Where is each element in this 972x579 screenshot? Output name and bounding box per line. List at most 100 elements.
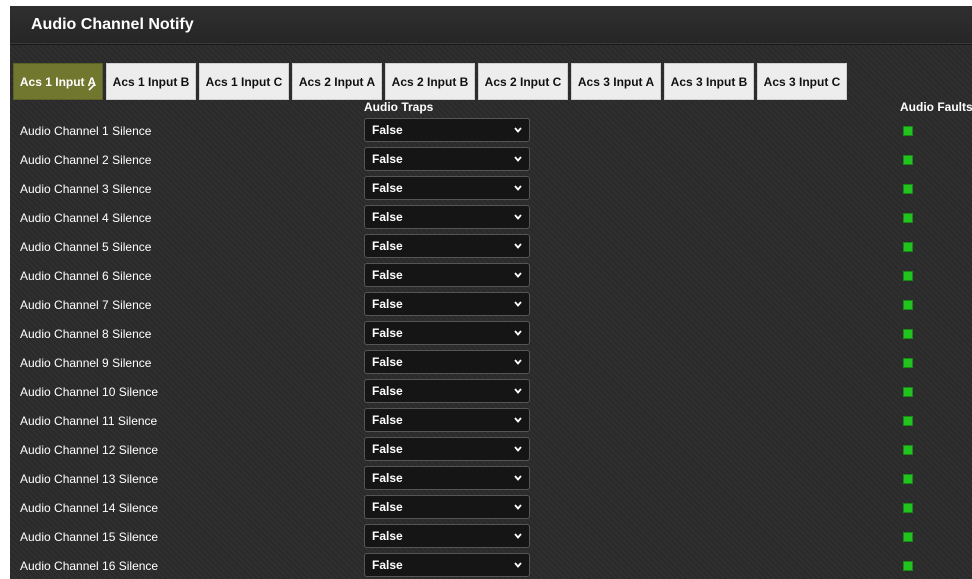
chevron-down-icon [514,504,522,510]
tab-acs-3-input-c[interactable]: Acs 3 Input C [757,63,847,100]
audio-fault-indicator [903,416,913,426]
select-value: False [372,471,403,485]
table-row: Audio Channel 16 Silence False [10,551,972,579]
audio-fault-indicator [903,213,913,223]
tab-acs-3-input-b[interactable]: Acs 3 Input B [664,63,754,100]
channel-rows: Audio Channel 1 Silence False Audio Channe… [10,116,972,579]
select-value: False [372,500,403,514]
channel-label: Audio Channel 13 Silence [20,472,159,486]
chevron-down-icon [514,127,522,133]
channel-label: Audio Channel 11 Silence [20,414,158,428]
audio-fault-indicator [903,387,913,397]
select-value: False [372,355,403,369]
channel-label: Audio Channel 3 Silence [20,182,152,196]
tab-acs-2-input-c[interactable]: Acs 2 Input C [478,63,568,100]
audio-trap-select[interactable]: False [364,350,530,374]
channel-label: Audio Channel 5 Silence [20,240,152,254]
audio-fault-indicator [903,561,913,571]
audio-trap-select[interactable]: False [364,292,530,316]
table-row: Audio Channel 8 Silence False [10,319,972,348]
audio-trap-select[interactable]: False [364,205,530,229]
select-value: False [372,181,403,195]
chevron-down-icon [514,243,522,249]
audio-trap-select[interactable]: False [364,524,530,548]
audio-trap-select[interactable]: False [364,176,530,200]
tab-label: Acs 3 Input B [670,74,748,89]
tab-acs-2-input-a[interactable]: Acs 2 Input A [292,63,382,100]
audio-fault-indicator [903,445,913,455]
chevron-down-icon [514,185,522,191]
tab-label: Acs 1 Input A [19,74,97,89]
chevron-down-icon [514,301,522,307]
select-value: False [372,558,403,572]
audio-trap-select[interactable]: False [364,118,530,142]
channel-label: Audio Channel 15 Silence [20,530,159,544]
table-row: Audio Channel 14 Silence False [10,493,972,522]
title-bar: Audio Channel Notify [10,6,972,45]
chevron-down-icon [514,214,522,220]
audio-fault-indicator [903,300,913,310]
audio-fault-indicator [903,242,913,252]
select-value: False [372,268,403,282]
select-value: False [372,384,403,398]
channel-label: Audio Channel 7 Silence [20,298,152,312]
audio-trap-select[interactable]: False [364,553,530,577]
channel-label: Audio Channel 2 Silence [20,153,152,167]
tab-acs-1-input-c[interactable]: Acs 1 Input C [199,63,289,100]
table-row: Audio Channel 2 Silence False [10,145,972,174]
page-title: Audio Channel Notify [31,16,194,33]
audio-fault-indicator [903,329,913,339]
chevron-down-icon [514,562,522,568]
table-row: Audio Channel 4 Silence False [10,203,972,232]
select-value: False [372,413,403,427]
chevron-down-icon [514,330,522,336]
select-value: False [372,123,403,137]
select-value: False [372,529,403,543]
channel-label: Audio Channel 14 Silence [20,501,159,515]
table-row: Audio Channel 13 Silence False [10,464,972,493]
audio-trap-select[interactable]: False [364,495,530,519]
table-row: Audio Channel 12 Silence False [10,435,972,464]
channel-label: Audio Channel 9 Silence [20,356,152,370]
table-row: Audio Channel 5 Silence False [10,232,972,261]
audio-fault-indicator [903,474,913,484]
select-value: False [372,152,403,166]
channel-label: Audio Channel 6 Silence [20,269,152,283]
table-row: Audio Channel 11 Silence False [10,406,972,435]
audio-trap-select[interactable]: False [364,321,530,345]
chevron-down-icon [514,388,522,394]
audio-fault-indicator [903,126,913,136]
tab-acs-2-input-b[interactable]: Acs 2 Input B [385,63,475,100]
audio-trap-select[interactable]: False [364,408,530,432]
audio-channel-notify-panel: Audio Channel Notify Acs 1 Input A Acs 1… [10,6,972,579]
audio-faults-header: Audio Faults [900,100,972,114]
tab-label: Acs 3 Input C [763,74,841,89]
input-tabs: Acs 1 Input A Acs 1 Input B Acs 1 Input … [13,63,972,100]
channel-label: Audio Channel 1 Silence [20,124,152,138]
audio-trap-select[interactable]: False [364,263,530,287]
select-value: False [372,326,403,340]
tab-label: Acs 3 Input A [577,74,655,89]
select-value: False [372,210,403,224]
select-value: False [372,297,403,311]
channel-label: Audio Channel 4 Silence [20,211,152,225]
table-row: Audio Channel 10 Silence False [10,377,972,406]
audio-trap-select[interactable]: False [364,466,530,490]
tab-label: Acs 2 Input A [298,74,376,89]
tab-label: Acs 2 Input B [391,74,469,89]
tab-acs-1-input-a[interactable]: Acs 1 Input A [13,63,103,100]
audio-trap-select[interactable]: False [364,437,530,461]
table-row: Audio Channel 3 Silence False [10,174,972,203]
audio-fault-indicator [903,184,913,194]
chevron-down-icon [514,446,522,452]
select-value: False [372,239,403,253]
audio-fault-indicator [903,503,913,513]
audio-trap-select[interactable]: False [364,234,530,258]
chevron-down-icon [514,417,522,423]
tab-acs-3-input-a[interactable]: Acs 3 Input A [571,63,661,100]
channel-label: Audio Channel 16 Silence [20,559,159,573]
audio-trap-select[interactable]: False [364,379,530,403]
tab-acs-1-input-b[interactable]: Acs 1 Input B [106,63,196,100]
audio-trap-select[interactable]: False [364,147,530,171]
audio-fault-indicator [903,358,913,368]
